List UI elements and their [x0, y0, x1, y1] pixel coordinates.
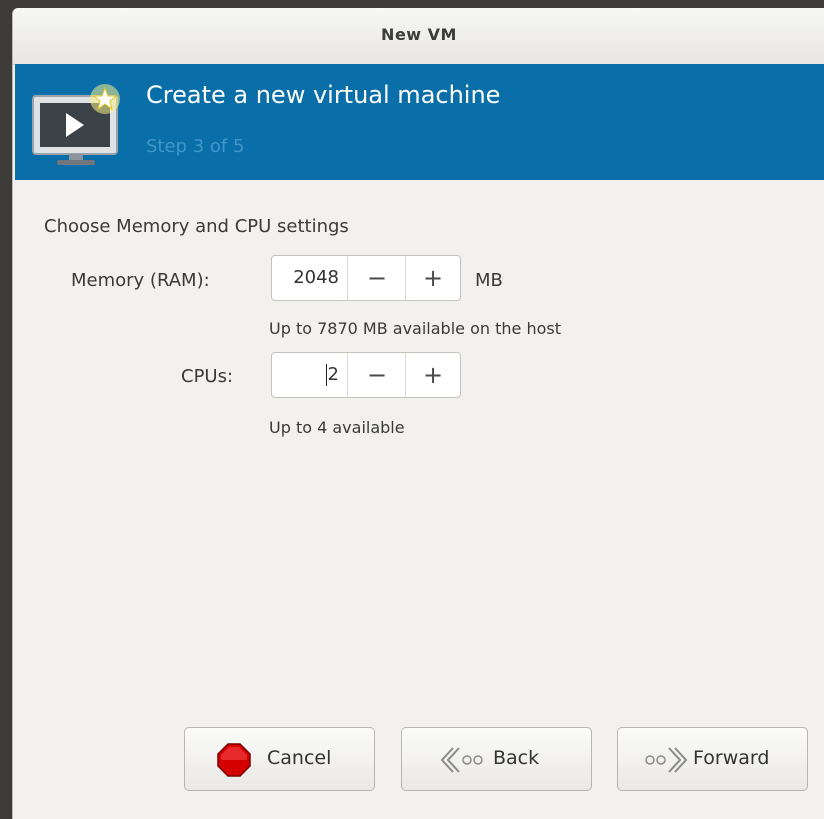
- forward-button-label: Forward: [693, 747, 770, 769]
- title-bar[interactable]: New VM: [13, 8, 824, 65]
- window-title: New VM: [381, 25, 457, 44]
- cpus-value-input[interactable]: 2: [272, 353, 348, 397]
- vm-monitor-new-icon: [32, 84, 120, 165]
- memory-unit: MB: [475, 270, 503, 291]
- memory-value-input[interactable]: 2048: [272, 256, 348, 300]
- forward-button[interactable]: Forward: [617, 727, 808, 791]
- cpus-spinbox: 2 − +: [271, 352, 461, 398]
- cpus-increment-button[interactable]: +: [405, 353, 461, 397]
- wizard-heading: Create a new virtual machine: [146, 81, 501, 109]
- memory-spinbox: 2048 − +: [271, 255, 461, 301]
- text-cursor: [325, 364, 327, 386]
- cpus-decrement-button[interactable]: −: [349, 353, 406, 397]
- memory-increment-button[interactable]: +: [405, 256, 461, 300]
- new-vm-dialog: New VM Create a new virtual machine Step…: [12, 8, 824, 819]
- back-button-label: Back: [493, 747, 540, 769]
- cancel-button-label: Cancel: [267, 747, 332, 769]
- wizard-step-indicator: Step 3 of 5: [146, 136, 245, 157]
- back-button[interactable]: Back: [401, 727, 592, 791]
- memory-label: Memory (RAM):: [71, 270, 210, 291]
- section-title: Choose Memory and CPU settings: [44, 216, 349, 237]
- cpus-hint: Up to 4 available: [269, 418, 405, 437]
- cancel-button[interactable]: Cancel: [184, 727, 375, 791]
- memory-hint: Up to 7870 MB available on the host: [269, 319, 561, 338]
- stop-sign-icon: [217, 743, 251, 777]
- cpus-value-text: 2: [327, 364, 339, 385]
- cpus-label: CPUs:: [181, 366, 234, 387]
- memory-decrement-button[interactable]: −: [349, 256, 406, 300]
- wizard-header: Create a new virtual machine Step 3 of 5: [15, 64, 824, 180]
- back-arrow-icon: [440, 747, 483, 773]
- memory-cpu-page: Choose Memory and CPU settings Memory (R…: [13, 180, 824, 819]
- forward-arrow-icon: [645, 747, 688, 773]
